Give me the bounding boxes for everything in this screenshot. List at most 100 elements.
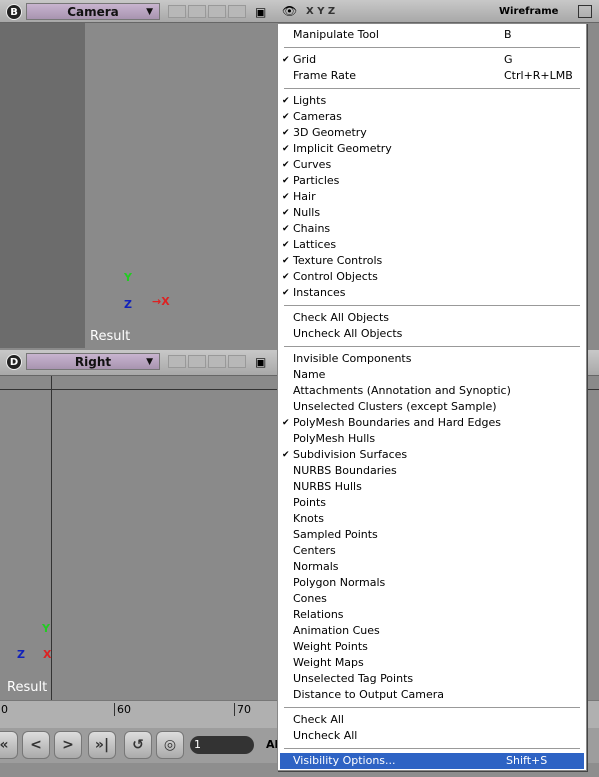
menu-item-label: Control Objects xyxy=(293,270,378,283)
menu-item-shortcut: G xyxy=(504,53,513,66)
menu-item-label: Chains xyxy=(293,222,331,235)
x-axis-icon: X xyxy=(43,648,52,661)
viewport-badge[interactable]: D xyxy=(6,354,22,370)
first-frame-button[interactable]: « xyxy=(0,731,18,759)
menu-item[interactable]: Relations xyxy=(278,607,586,623)
checkmark-icon: ✔ xyxy=(282,208,290,218)
menu-item-label: Cameras xyxy=(293,110,342,123)
menu-item[interactable]: Unselected Tag Points xyxy=(278,671,586,687)
axis-buttons[interactable]: X Y Z xyxy=(306,6,335,17)
view-label: Right xyxy=(74,355,112,369)
menu-item[interactable]: Unselected Clusters (except Sample) xyxy=(278,399,586,415)
menu-item[interactable]: Polygon Normals xyxy=(278,575,586,591)
menu-item[interactable]: NURBS Hulls xyxy=(278,479,586,495)
checkmark-icon: ✔ xyxy=(282,176,290,186)
menu-item[interactable]: NURBS Boundaries xyxy=(278,463,586,479)
menu-item[interactable]: Invisible Components xyxy=(278,351,586,367)
menu-item[interactable]: ✔ Control Objects xyxy=(278,269,586,285)
menu-item-label: Grid xyxy=(293,53,317,66)
menu-item-label: Sampled Points xyxy=(293,528,378,541)
viewport-badge[interactable]: B xyxy=(6,4,22,20)
menu-item[interactable]: ✔ Subdivision Surfaces xyxy=(278,447,586,463)
loop-icon[interactable]: ↺ xyxy=(124,731,152,759)
menu-item[interactable]: ✔ Particles xyxy=(278,173,586,189)
menu-item[interactable]: ✔ Lattices xyxy=(278,237,586,253)
viewport-top-header: B Camera ▼ ▣ 👁 X Y Z Wireframe xyxy=(0,0,599,23)
visibility-menu: Manipulate Tool B ✔ Grid G Frame Rate Ctrl+R+L… xyxy=(277,23,587,771)
menu-item[interactable]: ✔ Lights xyxy=(278,93,586,109)
display-mode-menu[interactable]: Wireframe xyxy=(499,6,558,17)
play-button[interactable]: > xyxy=(54,731,82,759)
menu-item[interactable]: ✔ Instances xyxy=(278,285,586,301)
menu-item[interactable]: ✔ Chains xyxy=(278,221,586,237)
menu-item[interactable]: ✔ 3D Geometry xyxy=(278,125,586,141)
view-selector[interactable]: Right ▼ xyxy=(26,353,160,370)
menu-item[interactable]: Visibility Options... Shift+S xyxy=(280,753,584,769)
menu-item[interactable]: ✔ Cameras xyxy=(278,109,586,125)
menu-item-label: Check All Objects xyxy=(293,311,390,324)
menu-separator xyxy=(284,47,580,48)
checkmark-icon: ✔ xyxy=(282,288,290,298)
menu-item[interactable]: ✔ Implicit Geometry xyxy=(278,141,586,157)
view-selector[interactable]: Camera ▼ xyxy=(26,3,160,20)
menu-item[interactable]: Knots xyxy=(278,511,586,527)
last-frame-button[interactable]: »| xyxy=(88,731,116,759)
menu-item-label: Invisible Components xyxy=(293,352,412,365)
menu-item[interactable]: Sampled Points xyxy=(278,527,586,543)
menu-item[interactable]: Uncheck All Objects xyxy=(278,326,586,342)
menu-item-label: Manipulate Tool xyxy=(293,28,379,41)
menu-item[interactable]: Weight Points xyxy=(278,639,586,655)
menu-item-label: Lattices xyxy=(293,238,337,251)
menu-item[interactable]: PolyMesh Hulls xyxy=(278,431,586,447)
menu-item[interactable]: Points xyxy=(278,495,586,511)
memo-slots[interactable] xyxy=(168,355,248,371)
menu-separator xyxy=(284,346,580,347)
menu-item[interactable]: Centers xyxy=(278,543,586,559)
menu-item-label: Animation Cues xyxy=(293,624,380,637)
z-axis-icon: Z xyxy=(124,298,132,311)
menu-item-label: PolyMesh Boundaries and Hard Edges xyxy=(293,416,501,429)
z-axis-icon: Z xyxy=(17,648,25,661)
menu-item[interactable]: Check All xyxy=(278,712,586,728)
menu-item-label: Relations xyxy=(293,608,344,621)
menu-item[interactable]: ✔ Grid G xyxy=(278,52,586,68)
menu-item[interactable]: ✔ Nulls xyxy=(278,205,586,221)
menu-item-label: Uncheck All xyxy=(293,729,358,742)
menu-item[interactable]: ✔ Texture Controls xyxy=(278,253,586,269)
menu-item[interactable]: Manipulate Tool B xyxy=(278,27,586,43)
menu-separator xyxy=(284,305,580,306)
menu-item[interactable]: Frame Rate Ctrl+R+LMB xyxy=(278,68,586,84)
menu-item-label: Visibility Options... xyxy=(293,754,396,767)
menu-item[interactable]: ✔ Curves xyxy=(278,157,586,173)
headphones-icon[interactable]: ◎ xyxy=(156,731,184,759)
menu-item[interactable]: ✔ PolyMesh Boundaries and Hard Edges xyxy=(278,415,586,431)
menu-item[interactable]: Animation Cues xyxy=(278,623,586,639)
chevron-down-icon: ▼ xyxy=(146,7,153,17)
menu-item[interactable]: Distance to Output Camera xyxy=(278,687,586,703)
checkmark-icon: ✔ xyxy=(282,240,290,250)
frame-field[interactable]: 1 xyxy=(190,736,254,754)
menu-item-label: Uncheck All Objects xyxy=(293,327,403,340)
menu-item[interactable]: Attachments (Annotation and Synoptic) xyxy=(278,383,586,399)
checkmark-icon: ✔ xyxy=(282,224,290,234)
memo-slots[interactable] xyxy=(168,5,248,21)
menu-item-label: Check All xyxy=(293,713,344,726)
maximize-icon[interactable] xyxy=(578,5,592,18)
prev-button[interactable]: < xyxy=(22,731,50,759)
menu-item[interactable]: Uncheck All xyxy=(278,728,586,744)
menu-item[interactable]: ✔ Hair xyxy=(278,189,586,205)
checkmark-icon: ✔ xyxy=(282,55,290,65)
eye-icon[interactable]: 👁 xyxy=(282,4,297,18)
camera-icon[interactable]: ▣ xyxy=(255,5,266,19)
menu-item-label: Points xyxy=(293,496,327,509)
camera-icon[interactable]: ▣ xyxy=(255,355,266,369)
menu-item-label: Implicit Geometry xyxy=(293,142,392,155)
menu-item[interactable]: Cones xyxy=(278,591,586,607)
menu-item[interactable]: Normals xyxy=(278,559,586,575)
menu-item[interactable]: Name xyxy=(278,367,586,383)
checkmark-icon: ✔ xyxy=(282,112,290,122)
menu-item[interactable]: Check All Objects xyxy=(278,310,586,326)
menu-item-shortcut: Ctrl+R+LMB xyxy=(504,69,573,82)
menu-separator xyxy=(284,707,580,708)
menu-item[interactable]: Weight Maps xyxy=(278,655,586,671)
